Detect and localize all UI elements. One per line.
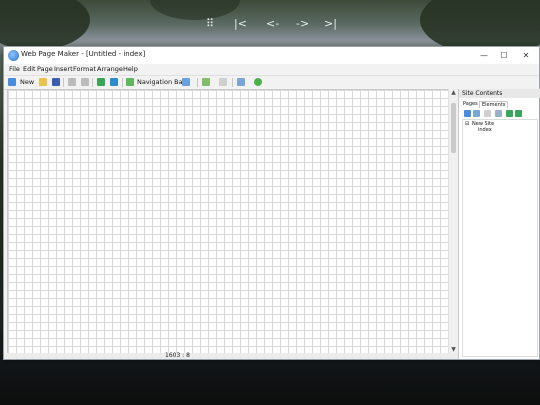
panel-title: Site Contents <box>459 89 540 98</box>
menu-arrange[interactable]: Arrange <box>97 65 123 73</box>
toolbar-separator <box>232 78 233 87</box>
title-bar[interactable]: Web Page Maker - [Untitled - index] — ☐ … <box>4 47 539 64</box>
new-button[interactable]: New <box>20 78 34 86</box>
move-down-icon[interactable] <box>515 110 522 117</box>
toolbar: New Navigation Bar <box>4 75 539 90</box>
skip-previous-icon[interactable]: |< <box>234 17 247 30</box>
redo-icon[interactable] <box>81 78 89 86</box>
skip-next-icon[interactable]: >| <box>324 17 337 30</box>
delete-page-icon[interactable] <box>484 110 491 117</box>
save-icon[interactable] <box>52 78 60 86</box>
forward-icon[interactable]: -> <box>296 17 309 30</box>
page-properties-icon[interactable] <box>495 110 502 117</box>
open-folder-icon[interactable] <box>39 78 47 86</box>
undo-icon[interactable] <box>68 78 76 86</box>
back-icon[interactable]: <- <box>266 17 279 30</box>
zoom-icon[interactable] <box>237 78 245 86</box>
media-controls-overlay: ⠿ |< <- -> >| <box>0 14 540 34</box>
table-icon[interactable] <box>202 78 210 86</box>
maximize-button[interactable]: ☐ <box>494 49 514 62</box>
navigation-bar-button[interactable]: Navigation Bar <box>137 78 185 86</box>
menu-file[interactable]: File <box>9 65 20 73</box>
scroll-up-icon[interactable]: ▲ <box>449 89 458 96</box>
toolbar-separator <box>122 78 123 87</box>
close-button[interactable]: ✕ <box>516 49 536 62</box>
app-icon <box>8 50 19 61</box>
menu-edit[interactable]: Edit <box>23 65 36 73</box>
vertical-scrollbar[interactable]: ▲ ▼ <box>448 89 458 353</box>
minimize-button[interactable]: — <box>474 49 494 62</box>
menu-format[interactable]: Format <box>73 65 96 73</box>
image-icon[interactable] <box>110 78 118 86</box>
menu-help[interactable]: Help <box>123 65 138 73</box>
duplicate-page-icon[interactable] <box>473 110 480 117</box>
cursor-coordinates: 1603 : 8 <box>165 352 190 359</box>
add-page-icon[interactable] <box>464 110 471 117</box>
scrollbar-thumb[interactable] <box>451 103 456 153</box>
tab-elements[interactable]: Elements <box>479 101 509 108</box>
shape-icon[interactable] <box>182 78 190 86</box>
menu-insert[interactable]: Insert <box>54 65 73 73</box>
grid-icon[interactable]: ⠿ <box>206 17 214 30</box>
move-up-icon[interactable] <box>506 110 513 117</box>
publish-icon[interactable] <box>254 78 262 86</box>
text-icon[interactable] <box>97 78 105 86</box>
page-canvas[interactable] <box>7 89 450 355</box>
window-title: Web Page Maker - [Untitled - index] <box>21 50 146 58</box>
new-page-icon[interactable] <box>8 78 16 86</box>
tab-pages[interactable]: Pages <box>463 101 478 107</box>
site-tree: ⊟ New Site index <box>462 119 538 357</box>
tree-page-index[interactable]: index <box>478 127 492 133</box>
toolbar-separator <box>63 78 64 87</box>
toolbar-separator <box>197 78 198 87</box>
menu-page[interactable]: Page <box>37 65 53 73</box>
app-window: Web Page Maker - [Untitled - index] — ☐ … <box>3 46 540 360</box>
tree-expand-icon[interactable]: ⊟ <box>465 121 469 127</box>
toolbar-separator <box>92 78 93 87</box>
menu-bar: File Edit Page Insert Format Arrange Hel… <box>4 64 539 75</box>
scroll-down-icon[interactable]: ▼ <box>449 346 458 353</box>
site-contents-panel: Site Contents Pages Elements ⊟ New Site … <box>458 89 540 359</box>
preview-icon[interactable] <box>219 78 227 86</box>
navigation-bar-icon[interactable] <box>126 78 134 86</box>
